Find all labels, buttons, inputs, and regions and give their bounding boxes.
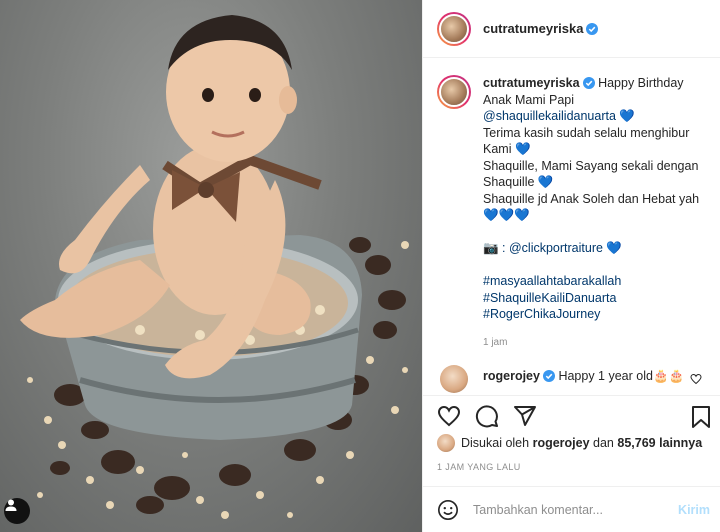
photo-credit-link[interactable]: 📷 : @clickportraiture 💙 [483,240,699,257]
verified-badge-icon [542,370,555,382]
hashtag-link[interactable]: #ShaquilleKailiDanuarta [483,290,699,307]
baby-in-tub-illustration [20,15,409,519]
liker-avatar[interactable] [437,434,455,452]
comment-item: rogerojey Happy 1 year old🎂🎂 [437,365,706,393]
post-header: cutratumeyriska [423,0,720,58]
save-button[interactable] [690,405,712,434]
caption-time: 1 jam [483,336,508,348]
liker-username[interactable]: rogerojey [533,436,590,450]
add-comment-bar: Kirim [423,486,720,532]
commenter-username[interactable]: rogerojey [483,369,540,383]
comments-list[interactable]: cutratumeyriska Happy Birthday Anak Mami… [423,59,720,395]
post-timestamp[interactable]: 1 JAM YANG LALU [437,462,521,472]
comment-text: rogerojey Happy 1 year old🎂🎂 [483,369,684,384]
hashtag-link[interactable]: #RogerChikaJourney [483,306,699,323]
caption-line: Shaquille jd Anak Soleh dan Hebat yah [483,191,700,206]
emoji-icon [438,499,458,520]
likes-summary: Disukai oleh rogerojey dan 85,769 lainny… [437,434,710,452]
caption-line: Terima kasih sudah selalu menghibur [483,125,690,140]
likes-middle: dan [593,436,614,450]
emoji-button[interactable] [437,499,459,521]
caption-line: Anak Mami Papi [483,92,575,107]
comment-body: Happy 1 year old🎂🎂 [558,369,685,383]
post-comment-button[interactable]: Kirim [678,503,710,517]
share-icon [514,405,536,426]
caption: cutratumeyriska Happy Birthday Anak Mami… [437,75,706,351]
commenter-avatar[interactable] [440,365,468,393]
comment-like-heart-icon[interactable] [690,373,702,385]
share-button[interactable] [513,404,537,428]
author-avatar[interactable] [437,11,471,46]
caption-avatar[interactable] [437,75,471,109]
caption-text: cutratumeyriska Happy Birthday Anak Mami… [483,75,699,351]
author-username[interactable]: cutratumeyriska [483,21,583,36]
caption-line: 💙💙💙 [483,208,530,222]
likes-prefix: Disukai oleh [461,436,530,450]
user-tag-icon[interactable] [4,498,30,524]
verified-badge-icon [582,77,595,89]
heart-icon [437,405,461,426]
like-button[interactable] [437,404,461,428]
post-sidebar: cutratumeyriska cutratumeyriska Happy Bi… [422,0,720,532]
likes-suffix[interactable]: lainnya [659,436,702,450]
caption-line: Happy Birthday [598,76,684,90]
comment-input[interactable] [473,502,663,517]
hashtag-link[interactable]: #masyaallahtabarakallah [483,273,699,290]
caption-username[interactable]: cutratumeyriska [483,76,580,90]
caption-line: Shaquille, Mami Sayang sekali dengan [483,158,699,173]
bookmark-icon [692,406,710,428]
comment-icon [475,404,498,427]
mention-link[interactable]: @shaquillekailidanuarta 💙 [483,108,699,125]
post-photo[interactable] [0,0,422,532]
action-bar [423,395,720,435]
verified-badge-icon [586,22,599,35]
likes-count[interactable]: 85,769 [617,436,655,450]
caption-line: Kami 💙 [483,142,531,156]
comment-button[interactable] [475,404,499,428]
user-icon [5,499,17,511]
caption-line: Shaquille 💙 [483,175,554,189]
